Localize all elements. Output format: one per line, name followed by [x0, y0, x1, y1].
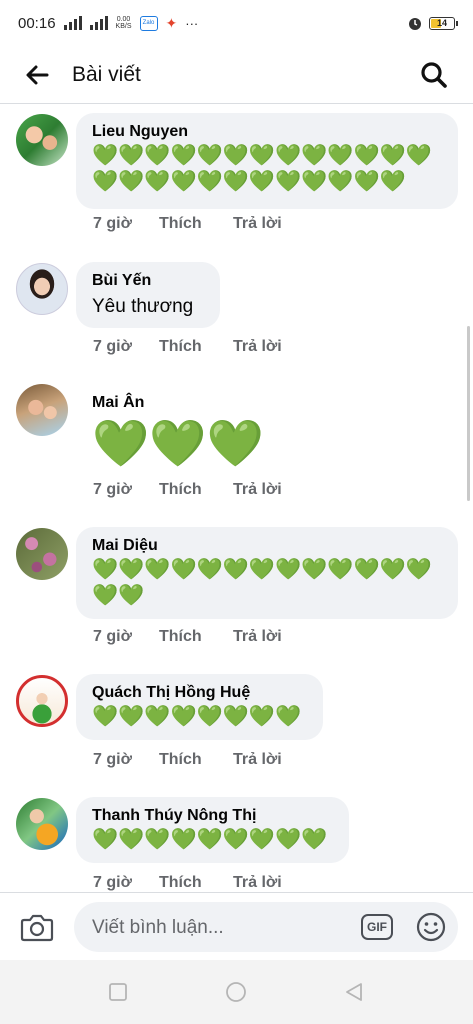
comment-input-wrapper[interactable]: GIF	[74, 902, 458, 954]
comment-bubble[interactable]: Lieu Nguyen 💚💚💚💚💚💚💚💚💚💚💚💚💚💚💚💚💚💚💚💚💚💚💚💚💚	[76, 113, 458, 209]
comment-bubble[interactable]: Mai Diệu 💚💚💚💚💚💚💚💚💚💚💚💚💚💚💚	[76, 527, 458, 619]
battery-icon: 14	[429, 16, 458, 30]
reply-button[interactable]: Trả lời	[233, 338, 282, 356]
avatar[interactable]	[16, 798, 68, 850]
like-button[interactable]: Thích	[159, 874, 233, 892]
comment-author[interactable]: Quách Thị Hồng Huệ	[92, 682, 307, 704]
comment-composer: GIF	[0, 892, 473, 960]
comment-actions: 7 giờ Thích Trả lời	[93, 215, 282, 233]
reply-button[interactable]: Trả lời	[233, 874, 282, 892]
comment-list: Lieu Nguyen 💚💚💚💚💚💚💚💚💚💚💚💚💚💚💚💚💚💚💚💚💚💚💚💚💚 7 …	[0, 104, 473, 892]
search-icon	[421, 61, 447, 88]
home-button[interactable]	[225, 981, 247, 1003]
comment-actions: 7 giờ Thích Trả lời	[93, 481, 282, 499]
back-nav-button[interactable]	[343, 981, 365, 1003]
like-button[interactable]: Thích	[159, 215, 233, 233]
like-button[interactable]: Thích	[159, 751, 233, 769]
avatar[interactable]	[16, 114, 68, 166]
comment-hearts: 💚💚💚💚💚💚💚💚💚💚💚💚💚💚💚💚💚💚💚💚💚💚💚💚💚	[92, 144, 432, 193]
page-title: Bài viết	[72, 62, 141, 86]
top-app-bar: Bài viết	[0, 46, 473, 104]
avatar[interactable]	[16, 384, 68, 436]
avatar[interactable]	[16, 675, 68, 727]
gif-button[interactable]: GIF	[361, 914, 393, 940]
status-right: 14	[407, 15, 458, 31]
comment-hearts: 💚💚💚	[92, 417, 264, 469]
like-button[interactable]: Thích	[159, 338, 233, 356]
camera-icon[interactable]	[20, 911, 54, 943]
scrollbar[interactable]	[467, 326, 470, 501]
alarm-icon	[409, 18, 421, 30]
comment-input[interactable]	[90, 902, 354, 954]
avatar[interactable]	[16, 263, 68, 315]
comment-author[interactable]: Mai Diệu	[92, 535, 442, 557]
comment-actions: 7 giờ Thích Trả lời	[93, 751, 282, 769]
signal-icon	[63, 16, 82, 30]
search-button[interactable]	[417, 58, 451, 92]
more-icon: ···	[185, 15, 199, 31]
reply-button[interactable]: Trả lời	[233, 215, 282, 233]
comment-actions: 7 giờ Thích Trả lời	[93, 874, 282, 892]
like-button[interactable]: Thích	[159, 481, 233, 499]
signal-icon-2	[89, 16, 108, 30]
comment-actions: 7 giờ Thích Trả lời	[93, 338, 282, 356]
comment-author[interactable]: Lieu Nguyen	[92, 121, 442, 143]
comment-author[interactable]: Thanh Thúy Nông Thị	[92, 805, 333, 827]
reply-button[interactable]: Trả lời	[233, 751, 282, 769]
net-speed: 0.00 KB/S	[116, 16, 132, 30]
comment-actions: 7 giờ Thích Trả lời	[93, 628, 282, 646]
net-speed-value: 0.00	[116, 16, 131, 23]
sparkle-icon: ✦	[165, 14, 178, 31]
net-speed-unit: KB/S	[115, 23, 132, 30]
zalo-icon: Zalo	[139, 15, 158, 31]
reply-button[interactable]: Trả lời	[233, 481, 282, 499]
status-bar: 00:16 0.00 KB/S Zalo ✦ ··· 14	[0, 0, 473, 46]
emoji-icon[interactable]	[416, 912, 446, 942]
comment-time: 7 giờ	[93, 215, 132, 232]
comment-author[interactable]: Mai Ân	[92, 392, 292, 414]
battery-level: 14	[436, 18, 447, 28]
comment-text: Yêu thương	[92, 296, 194, 317]
comment-hearts: 💚💚💚💚💚💚💚💚💚💚💚💚💚💚💚	[92, 558, 432, 607]
back-button[interactable]	[20, 58, 54, 92]
back-arrow-icon	[26, 65, 49, 84]
comment-time: 7 giờ	[93, 338, 132, 355]
status-left: 00:16 0.00 KB/S Zalo ✦ ···	[18, 15, 198, 32]
comment-hearts: 💚💚💚💚💚💚💚💚	[92, 705, 302, 728]
comment-time: 7 giờ	[93, 628, 132, 645]
recent-apps-button[interactable]	[107, 981, 129, 1003]
status-time: 00:16	[18, 14, 56, 32]
comment-time: 7 giờ	[93, 874, 132, 891]
comment-time: 7 giờ	[93, 481, 132, 498]
reply-button[interactable]: Trả lời	[233, 628, 282, 646]
like-button[interactable]: Thích	[159, 628, 233, 646]
comment-author[interactable]: Bùi Yến	[92, 270, 204, 292]
system-nav-bar	[0, 960, 473, 1024]
comment-bubble[interactable]: Quách Thị Hồng Huệ 💚💚💚💚💚💚💚💚	[76, 674, 323, 740]
comment-bubble[interactable]: Thanh Thúy Nông Thị 💚💚💚💚💚💚💚💚💚	[76, 797, 349, 863]
comment-content[interactable]: Mai Ân 💚💚💚	[92, 392, 292, 470]
comment-bubble[interactable]: Bùi Yến Yêu thương	[76, 262, 220, 328]
comment-time: 7 giờ	[93, 751, 132, 768]
comment-hearts: 💚💚💚💚💚💚💚💚💚	[92, 828, 328, 851]
avatar[interactable]	[16, 528, 68, 580]
